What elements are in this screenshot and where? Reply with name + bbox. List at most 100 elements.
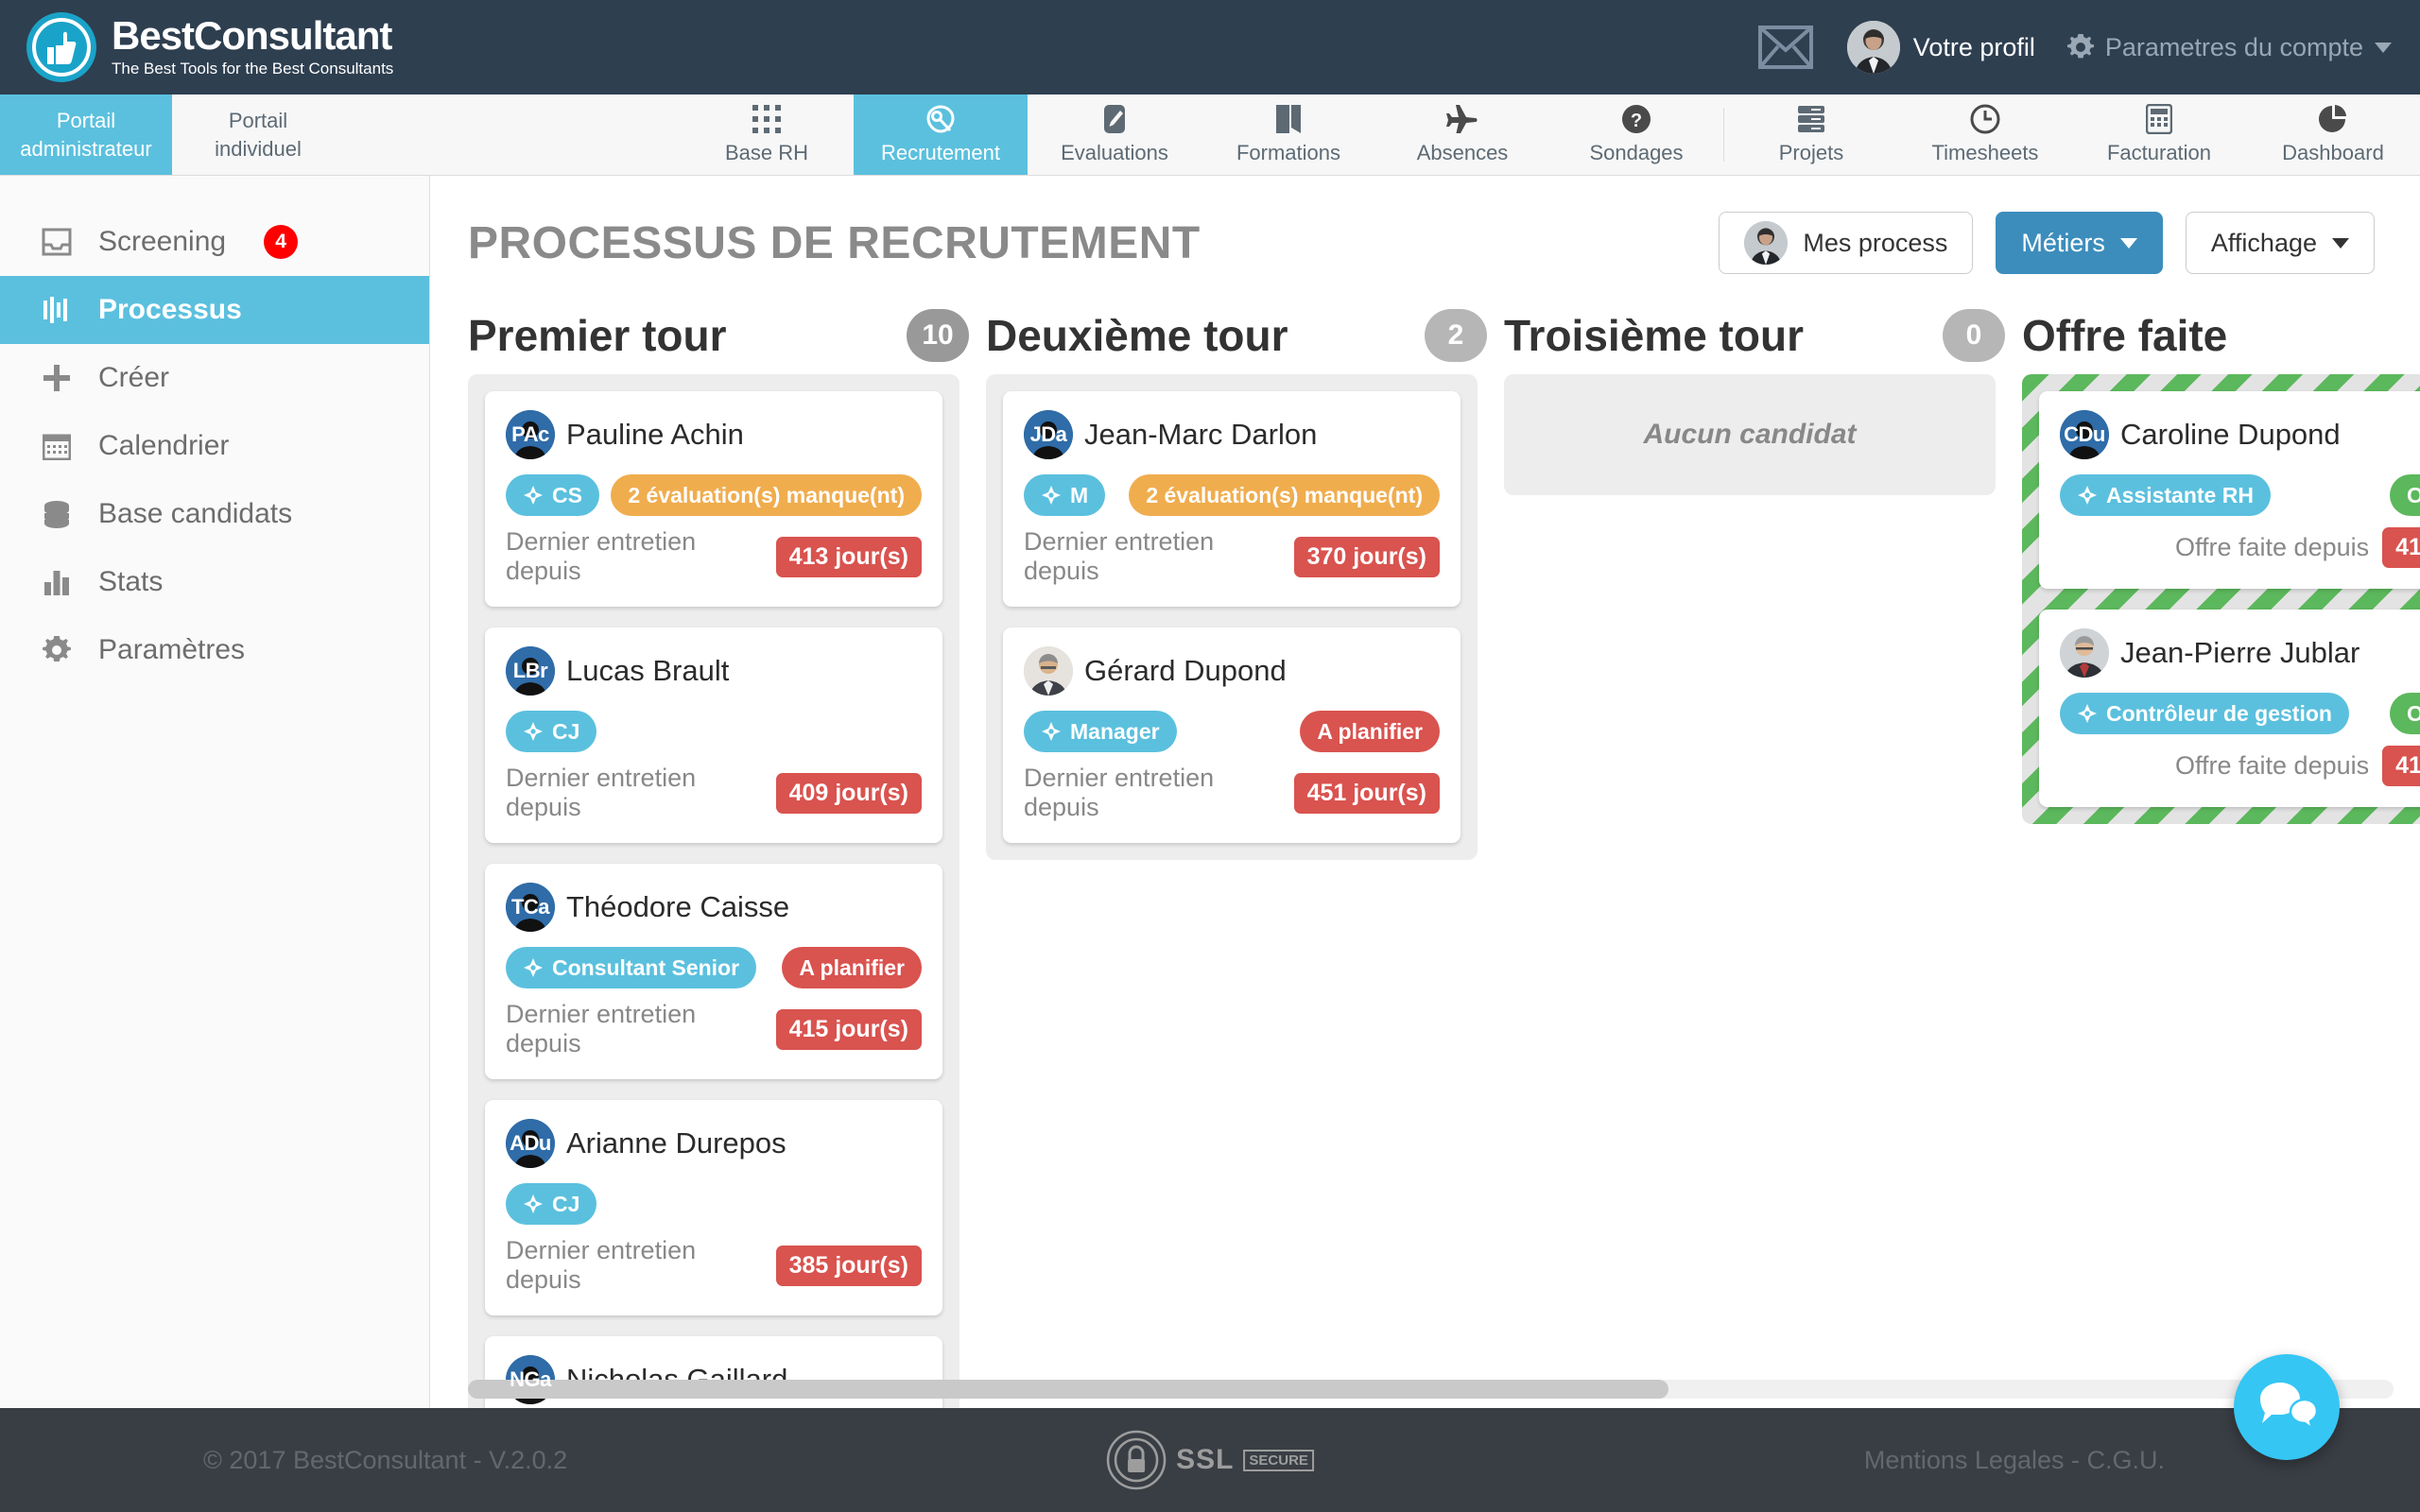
nav-item-evaluations[interactable]: Evaluations <box>1028 94 1201 175</box>
nav-item-timesheets[interactable]: Timesheets <box>1898 94 2072 175</box>
nav-label: Evaluations <box>1061 141 1168 164</box>
nav-item-sondages[interactable]: ? Sondages <box>1549 94 1723 175</box>
column-title: Offre faite <box>2022 311 2228 360</box>
nav-item-base-rh[interactable]: Base RH <box>680 94 854 175</box>
grid-icon <box>752 104 781 134</box>
scrollbar-thumb[interactable] <box>468 1380 1668 1399</box>
tab-portail-individuel[interactable]: Portail individuel <box>172 94 344 175</box>
crosshair-icon <box>2078 704 2097 723</box>
nav-item-recrutement[interactable]: Recrutement <box>854 94 1028 175</box>
thumbs-up-icon <box>47 31 77 64</box>
column-header: Troisième tour 0 <box>1504 297 2022 374</box>
card-meta: Dernier entretien depuis 451 jour(s) <box>1024 764 1440 822</box>
portal-tab-group: Portail administrateur Portail individue… <box>0 94 344 175</box>
role-badge: Manager <box>1024 711 1177 752</box>
avatar-initials: CDu <box>2064 422 2105 446</box>
footer-copyright: © 2017 BestConsultant - V.2.0.2 <box>203 1445 568 1474</box>
meta-label: Dernier entretien depuis <box>506 1000 697 1057</box>
affichage-dropdown-button[interactable]: Affichage <box>2185 212 2375 274</box>
sidebar-item-stats[interactable]: Stats <box>0 548 429 616</box>
candidate-card[interactable]: JDa Jean-Marc Darlon M 2 évaluation(s) m… <box>1003 391 1461 607</box>
nav-item-facturation[interactable]: Facturation <box>2072 94 2246 175</box>
main-content: PROCESSUS DE RECRUTEMENT Mes process Mét… <box>430 176 2420 1408</box>
nav-label: Recrutement <box>881 141 1000 164</box>
card-header: Gérard Dupond <box>1024 646 1440 696</box>
footer-legal-links[interactable]: Mentions Legales - C.G.U. <box>1864 1446 2165 1475</box>
mes-process-button[interactable]: Mes process <box>1719 212 1974 274</box>
card-badges: CJ <box>506 711 922 752</box>
missing-evaluations-badge: 2 évaluation(s) manque(nt) <box>611 474 922 516</box>
plus-icon <box>40 364 74 392</box>
kanban-columns: Premier tour 10 PAc Pauline Achin CS 2 é… <box>468 297 2420 1408</box>
nav-label: Base RH <box>724 141 809 164</box>
profile-menu[interactable]: Votre profil <box>1846 21 2035 74</box>
brand-logo[interactable]: BestConsultant The Best Tools for the Be… <box>26 12 393 82</box>
nav-label: Absences <box>1416 141 1509 164</box>
gear-icon <box>2066 34 2094 59</box>
crosshair-icon <box>524 722 543 741</box>
avatar <box>2060 628 2109 678</box>
role-badge: CJ <box>506 1183 597 1225</box>
candidate-card[interactable]: PAc Pauline Achin CS 2 évaluation(s) man… <box>485 391 942 607</box>
candidate-card[interactable]: LBr Lucas Brault CJ Dernier entretien de… <box>485 627 942 843</box>
account-settings-menu[interactable]: Parametres du compte <box>2066 33 2392 62</box>
sidebar-item-creer[interactable]: Créer <box>0 344 429 412</box>
card-header: LBr Lucas Brault <box>506 646 922 696</box>
candidate-card[interactable]: ADu Arianne Durepos CJ Dernier entretien… <box>485 1100 942 1315</box>
kanban-column-offre-faite: Offre faite CDu Caroline Dupond Assistan… <box>2022 297 2420 824</box>
tab-portail-administrateur[interactable]: Portail administrateur <box>0 94 172 175</box>
database-icon <box>40 500 74 528</box>
question-circle-icon: ? <box>1621 104 1651 134</box>
brand-tagline: The Best Tools for the Best Consultants <box>112 60 394 77</box>
nav-item-dashboard[interactable]: Dashboard <box>2246 94 2420 175</box>
ssl-seal-icon <box>1106 1430 1167 1490</box>
nav-label: Timesheets <box>1931 141 2039 164</box>
kanban-column-troisieme-tour: Troisième tour 0 Aucun candidat <box>1504 297 2022 495</box>
sidebar-item-calendrier[interactable]: Calendrier <box>0 412 429 480</box>
sidebar-item-base-candidats[interactable]: Base candidats <box>0 480 429 548</box>
avatar-initials: TCa <box>510 895 550 919</box>
nav-item-absences[interactable]: Absences <box>1375 94 1549 175</box>
nav-group-right: Projets Timesheets Facturation Dashboard <box>1724 94 2420 175</box>
horizontal-scrollbar[interactable] <box>468 1380 2394 1399</box>
candidate-card[interactable]: CDu Caroline Dupond Assistante RH O Offr… <box>2039 391 2420 589</box>
crosshair-icon <box>524 486 543 505</box>
avatar <box>1846 21 1900 74</box>
days-since-badge: 413 jour(s) <box>775 536 922 577</box>
card-badges: Contrôleur de gestion Offre <box>2060 693 2420 734</box>
empty-state-label: Aucun candidat <box>1643 419 1857 450</box>
primary-navbar: Portail administrateur Portail individue… <box>0 94 2420 176</box>
gear-icon <box>40 636 74 664</box>
nav-item-projets[interactable]: Projets <box>1724 94 1898 175</box>
sidebar-item-screening[interactable]: Screening 4 <box>0 208 429 276</box>
sidebar-item-processus[interactable]: Processus <box>0 276 429 344</box>
avatar-initials: LBr <box>512 659 548 682</box>
card-badges: Assistante RH Offre <box>2060 474 2420 516</box>
metiers-dropdown-button[interactable]: Métiers <box>1996 212 2163 274</box>
candidate-card[interactable]: Gérard Dupond Manager A planifier Dernie… <box>1003 627 1461 843</box>
ssl-secure-badge: SSL SECURE <box>1106 1430 1314 1490</box>
nav-item-formations[interactable]: Formations <box>1201 94 1375 175</box>
role-badge: CJ <box>506 711 597 752</box>
candidate-card[interactable]: TCa Théodore Caisse Consultant Senior A … <box>485 864 942 1079</box>
meta-label: Dernier entretien depuis <box>506 764 697 821</box>
screening-count-badge: 4 <box>264 225 299 259</box>
card-meta: Dernier entretien depuis 385 jour(s) <box>506 1236 922 1295</box>
candidate-name: Arianne Durepos <box>566 1126 786 1160</box>
meta-label: Dernier entretien depuis <box>506 1236 697 1294</box>
candidate-card[interactable]: Jean-Pierre Jublar Contrôleur de gestion… <box>2039 610 2420 807</box>
role-label: M <box>1070 482 1089 507</box>
nav-label: Sondages <box>1589 141 1684 164</box>
page-action-buttons: Mes process Métiers Affichage <box>1719 212 2375 274</box>
clock-icon <box>1970 104 2000 134</box>
days-since-badge: 451 jour(s) <box>1293 772 1440 814</box>
kanban-board: Premier tour 10 PAc Pauline Achin CS 2 é… <box>430 280 2420 1408</box>
profile-label: Votre profil <box>1912 32 2035 61</box>
calendar-icon <box>40 432 74 460</box>
days-since-badge: 416 jo <box>2382 746 2420 786</box>
role-label: Consultant Senior <box>552 954 740 980</box>
role-label: Contrôleur de gestion <box>2106 700 2332 726</box>
chat-bubbles-icon[interactable] <box>2234 1354 2340 1460</box>
envelope-icon[interactable] <box>1756 23 1815 72</box>
sidebar-item-parametres[interactable]: Paramètres <box>0 616 429 684</box>
